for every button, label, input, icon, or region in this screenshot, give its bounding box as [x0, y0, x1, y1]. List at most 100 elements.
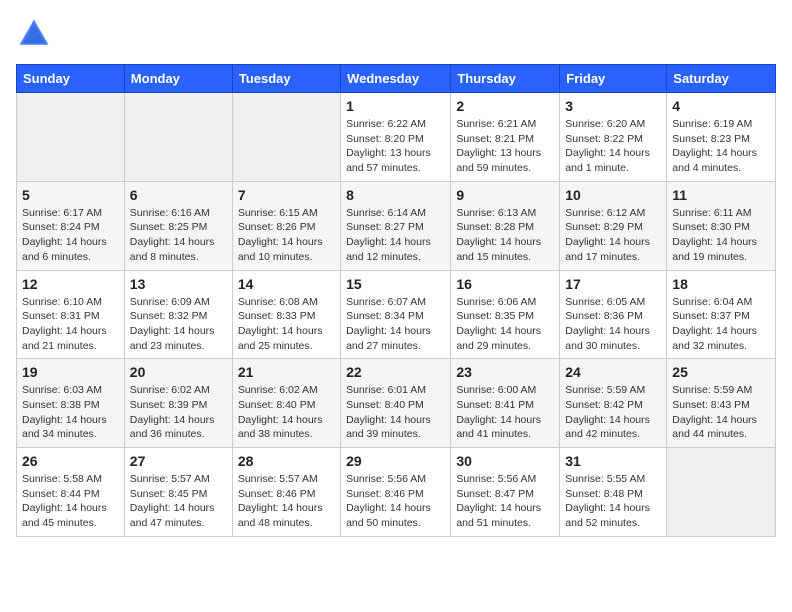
- day-number: 15: [346, 276, 445, 292]
- day-number: 28: [238, 453, 335, 469]
- calendar-cell: [124, 93, 232, 182]
- cell-info: Sunrise: 5:56 AMSunset: 8:47 PMDaylight:…: [456, 472, 554, 531]
- cell-info: Sunrise: 6:17 AMSunset: 8:24 PMDaylight:…: [22, 206, 119, 265]
- day-number: 22: [346, 364, 445, 380]
- cell-info: Sunrise: 5:55 AMSunset: 8:48 PMDaylight:…: [565, 472, 661, 531]
- day-number: 19: [22, 364, 119, 380]
- day-number: 4: [672, 98, 770, 114]
- logo-icon: [16, 16, 52, 52]
- cell-info: Sunrise: 6:12 AMSunset: 8:29 PMDaylight:…: [565, 206, 661, 265]
- cell-info: Sunrise: 5:56 AMSunset: 8:46 PMDaylight:…: [346, 472, 445, 531]
- cell-info: Sunrise: 6:11 AMSunset: 8:30 PMDaylight:…: [672, 206, 770, 265]
- col-header-sunday: Sunday: [17, 65, 125, 93]
- day-number: 7: [238, 187, 335, 203]
- day-number: 6: [130, 187, 227, 203]
- day-number: 3: [565, 98, 661, 114]
- day-number: 24: [565, 364, 661, 380]
- logo: [16, 16, 58, 52]
- day-number: 9: [456, 187, 554, 203]
- calendar-cell: 8 Sunrise: 6:14 AMSunset: 8:27 PMDaylight…: [341, 181, 451, 270]
- week-row-0: 1 Sunrise: 6:22 AMSunset: 8:20 PMDaylight…: [17, 93, 776, 182]
- calendar-cell: 10 Sunrise: 6:12 AMSunset: 8:29 PMDayligh…: [560, 181, 667, 270]
- day-number: 25: [672, 364, 770, 380]
- calendar-cell: 26Sunrise: 5:58 AMSunset: 8:44 PMDayligh…: [17, 448, 125, 537]
- calendar-cell: 4 Sunrise: 6:19 AMSunset: 8:23 PMDaylight…: [667, 93, 776, 182]
- calendar-cell: 13Sunrise: 6:09 AMSunset: 8:32 PMDayligh…: [124, 270, 232, 359]
- calendar-cell: 2Sunrise: 6:21 AMSunset: 8:21 PMDaylight…: [451, 93, 560, 182]
- cell-info: Sunrise: 5:59 AMSunset: 8:43 PMDaylight:…: [672, 383, 770, 442]
- cell-info: Sunrise: 6:10 AMSunset: 8:31 PMDaylight:…: [22, 295, 119, 354]
- day-number: 23: [456, 364, 554, 380]
- day-number: 29: [346, 453, 445, 469]
- cell-info: Sunrise: 5:59 AMSunset: 8:42 PMDaylight:…: [565, 383, 661, 442]
- calendar-cell: 6 Sunrise: 6:16 AMSunset: 8:25 PMDaylight…: [124, 181, 232, 270]
- calendar-cell: 3 Sunrise: 6:20 AMSunset: 8:22 PMDaylight…: [560, 93, 667, 182]
- calendar-cell: 31 Sunrise: 5:55 AMSunset: 8:48 PMDayligh…: [560, 448, 667, 537]
- col-header-monday: Monday: [124, 65, 232, 93]
- calendar-cell: 17 Sunrise: 6:05 AMSunset: 8:36 PMDayligh…: [560, 270, 667, 359]
- cell-info: Sunrise: 5:57 AMSunset: 8:45 PMDaylight:…: [130, 472, 227, 531]
- calendar-cell: 28Sunrise: 5:57 AMSunset: 8:46 PMDayligh…: [232, 448, 340, 537]
- col-header-tuesday: Tuesday: [232, 65, 340, 93]
- calendar-cell: 11 Sunrise: 6:11 AMSunset: 8:30 PMDayligh…: [667, 181, 776, 270]
- day-number: 11: [672, 187, 770, 203]
- cell-info: Sunrise: 6:05 AMSunset: 8:36 PMDaylight:…: [565, 295, 661, 354]
- cell-info: Sunrise: 6:15 AMSunset: 8:26 PMDaylight:…: [238, 206, 335, 265]
- cell-info: Sunrise: 6:02 AMSunset: 8:39 PMDaylight:…: [130, 383, 227, 442]
- calendar-cell: 23 Sunrise: 6:00 AMSunset: 8:41 PMDayligh…: [451, 359, 560, 448]
- cell-info: Sunrise: 6:07 AMSunset: 8:34 PMDaylight:…: [346, 295, 445, 354]
- day-number: 10: [565, 187, 661, 203]
- cell-info: Sunrise: 6:03 AMSunset: 8:38 PMDaylight:…: [22, 383, 119, 442]
- calendar-cell: 12 Sunrise: 6:10 AMSunset: 8:31 PMDayligh…: [17, 270, 125, 359]
- day-number: 16: [456, 276, 554, 292]
- cell-info: Sunrise: 6:06 AMSunset: 8:35 PMDaylight:…: [456, 295, 554, 354]
- cell-info: Sunrise: 6:14 AMSunset: 8:27 PMDaylight:…: [346, 206, 445, 265]
- day-number: 8: [346, 187, 445, 203]
- calendar-cell: [232, 93, 340, 182]
- day-number: 20: [130, 364, 227, 380]
- cell-info: Sunrise: 6:16 AMSunset: 8:25 PMDaylight:…: [130, 206, 227, 265]
- calendar-cell: 9 Sunrise: 6:13 AMSunset: 8:28 PMDaylight…: [451, 181, 560, 270]
- calendar-cell: 14 Sunrise: 6:08 AMSunset: 8:33 PMDayligh…: [232, 270, 340, 359]
- week-row-1: 5Sunrise: 6:17 AMSunset: 8:24 PMDaylight…: [17, 181, 776, 270]
- cell-info: Sunrise: 6:01 AMSunset: 8:40 PMDaylight:…: [346, 383, 445, 442]
- header-row: SundayMondayTuesdayWednesdayThursdayFrid…: [17, 65, 776, 93]
- calendar-cell: 1 Sunrise: 6:22 AMSunset: 8:20 PMDaylight…: [341, 93, 451, 182]
- col-header-wednesday: Wednesday: [341, 65, 451, 93]
- cell-info: Sunrise: 6:08 AMSunset: 8:33 PMDaylight:…: [238, 295, 335, 354]
- calendar-cell: 5Sunrise: 6:17 AMSunset: 8:24 PMDaylight…: [17, 181, 125, 270]
- week-row-2: 12 Sunrise: 6:10 AMSunset: 8:31 PMDayligh…: [17, 270, 776, 359]
- calendar-cell: 22 Sunrise: 6:01 AMSunset: 8:40 PMDayligh…: [341, 359, 451, 448]
- calendar-cell: 19 Sunrise: 6:03 AMSunset: 8:38 PMDayligh…: [17, 359, 125, 448]
- calendar-cell: 18 Sunrise: 6:04 AMSunset: 8:37 PMDayligh…: [667, 270, 776, 359]
- calendar-cell: 27 Sunrise: 5:57 AMSunset: 8:45 PMDayligh…: [124, 448, 232, 537]
- col-header-thursday: Thursday: [451, 65, 560, 93]
- day-number: 2: [456, 98, 554, 114]
- calendar-cell: 7 Sunrise: 6:15 AMSunset: 8:26 PMDaylight…: [232, 181, 340, 270]
- day-number: 26: [22, 453, 119, 469]
- cell-info: Sunrise: 6:00 AMSunset: 8:41 PMDaylight:…: [456, 383, 554, 442]
- day-number: 18: [672, 276, 770, 292]
- day-number: 17: [565, 276, 661, 292]
- cell-info: Sunrise: 6:19 AMSunset: 8:23 PMDaylight:…: [672, 117, 770, 176]
- cell-info: Sunrise: 6:04 AMSunset: 8:37 PMDaylight:…: [672, 295, 770, 354]
- cell-info: Sunrise: 6:13 AMSunset: 8:28 PMDaylight:…: [456, 206, 554, 265]
- day-number: 12: [22, 276, 119, 292]
- col-header-saturday: Saturday: [667, 65, 776, 93]
- day-number: 31: [565, 453, 661, 469]
- cell-info: Sunrise: 6:22 AMSunset: 8:20 PMDaylight:…: [346, 117, 445, 176]
- day-number: 14: [238, 276, 335, 292]
- cell-info: Sunrise: 6:02 AMSunset: 8:40 PMDaylight:…: [238, 383, 335, 442]
- calendar-cell: 16 Sunrise: 6:06 AMSunset: 8:35 PMDayligh…: [451, 270, 560, 359]
- day-number: 27: [130, 453, 227, 469]
- cell-info: Sunrise: 6:20 AMSunset: 8:22 PMDaylight:…: [565, 117, 661, 176]
- calendar-table: SundayMondayTuesdayWednesdayThursdayFrid…: [16, 64, 776, 537]
- page-header: [16, 16, 776, 52]
- cell-info: Sunrise: 6:09 AMSunset: 8:32 PMDaylight:…: [130, 295, 227, 354]
- week-row-3: 19 Sunrise: 6:03 AMSunset: 8:38 PMDayligh…: [17, 359, 776, 448]
- day-number: 1: [346, 98, 445, 114]
- calendar-cell: 24 Sunrise: 5:59 AMSunset: 8:42 PMDayligh…: [560, 359, 667, 448]
- calendar-cell: 29 Sunrise: 5:56 AMSunset: 8:46 PMDayligh…: [341, 448, 451, 537]
- calendar-cell: [17, 93, 125, 182]
- calendar-cell: [667, 448, 776, 537]
